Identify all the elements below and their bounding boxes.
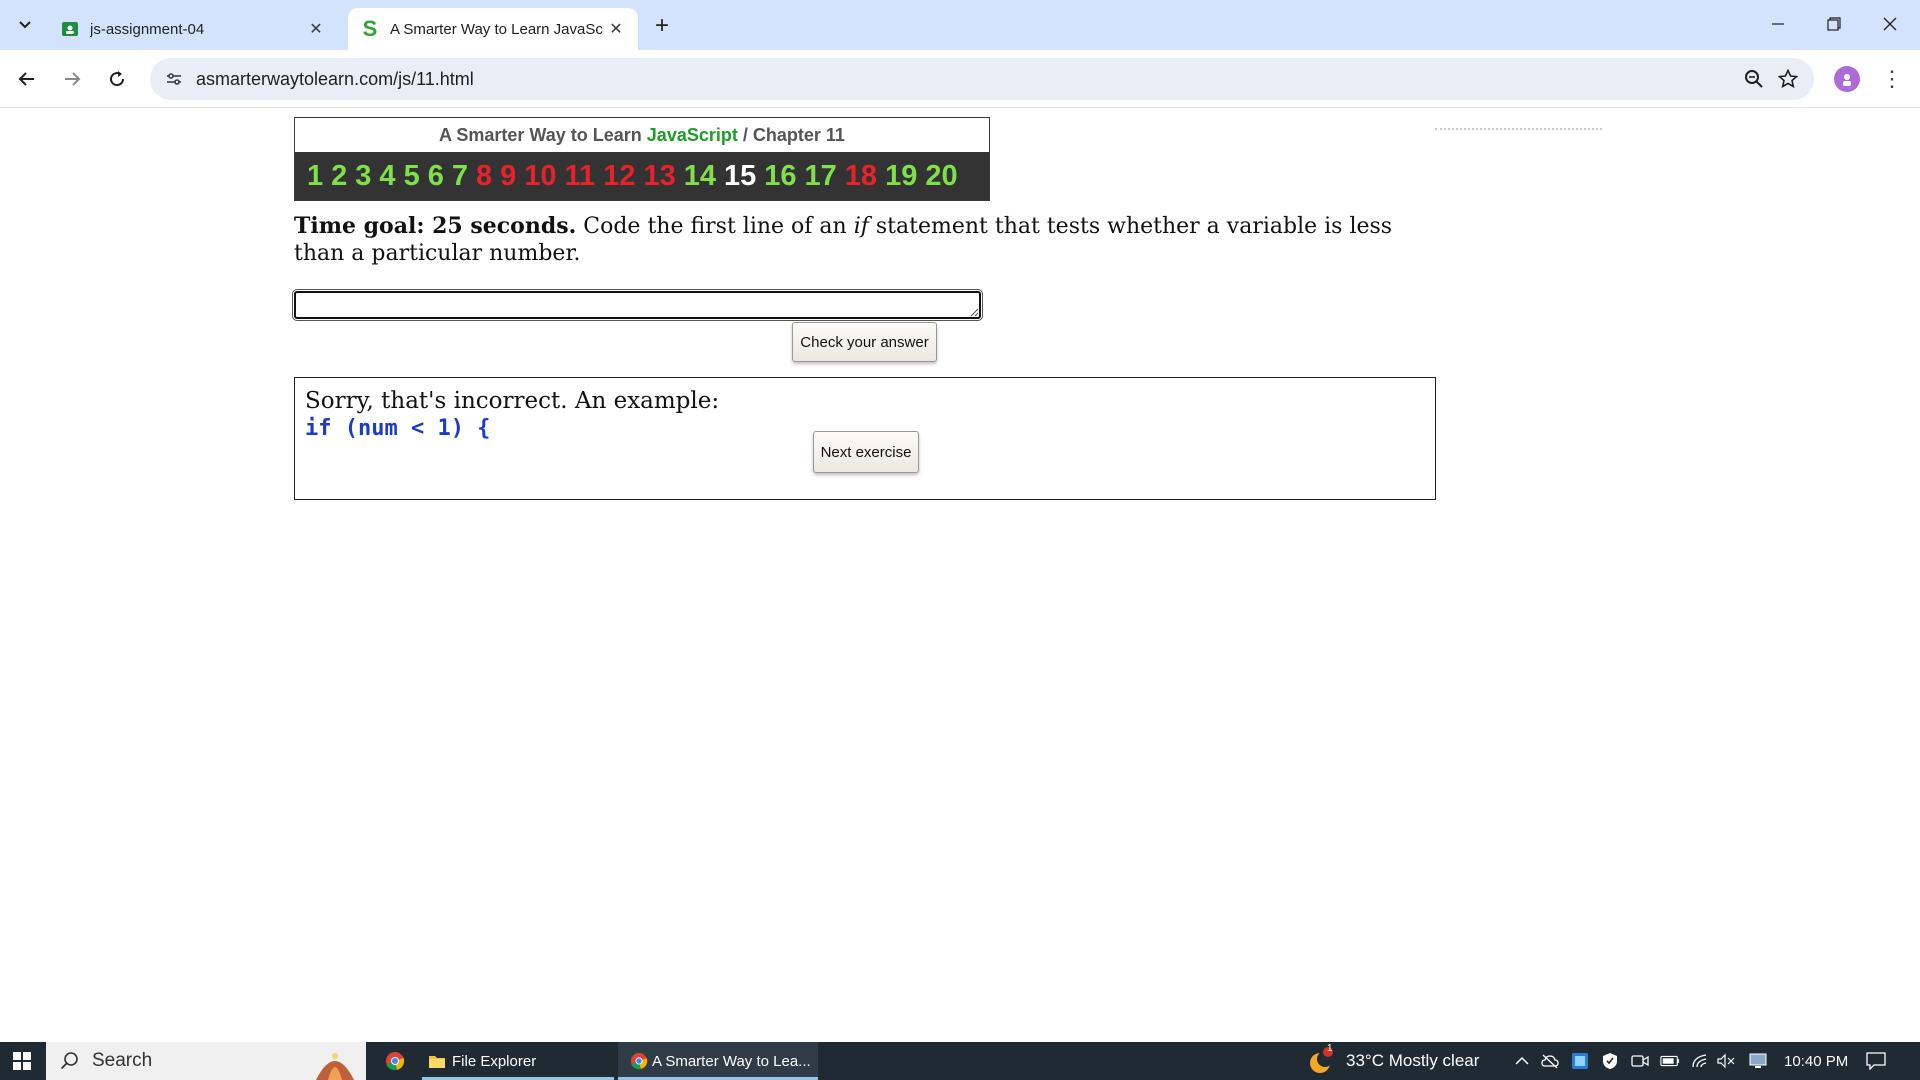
chevron-up-icon[interactable] [1512,1051,1532,1071]
chapter-number-link[interactable]: 1 [307,160,323,193]
minimize-icon[interactable] [1750,0,1806,48]
chapter-number-link[interactable]: 15 [724,160,756,193]
restore-icon[interactable] [1806,0,1862,48]
dotted-divider [1435,128,1602,130]
url-text: asmarterwaytolearn.com/js/11.html [196,69,474,89]
chapter-number-link[interactable]: 5 [404,160,420,193]
search-icon [60,1052,78,1070]
browser-toolbar: asmarterwaytolearn.com/js/11.html ⋮ [0,50,1920,108]
chapter-number-link[interactable]: 14 [684,160,716,193]
search-highlight-icon [316,1053,354,1080]
wifi-icon[interactable] [1690,1051,1710,1071]
back-arrow-icon [18,72,34,86]
tab-search-button[interactable] [10,10,40,40]
chapter-number-link[interactable]: 8 [476,160,492,193]
exercise-number-bar: 1 2 3 4 5 6 7 8 9 10 11 12 13 14 15 16 17 18 19 20 [295,152,989,200]
chapter-number-link[interactable]: 7 [452,160,468,193]
chapter-number-link[interactable]: 11 [565,160,596,193]
notifications-icon[interactable] [1866,1051,1886,1071]
web-page: A Smarter Way to Learn JavaScript / Chap… [0,108,1920,1042]
chapter-number-link[interactable]: 16 [764,160,796,193]
address-bar[interactable]: asmarterwaytolearn.com/js/11.html [150,58,1814,100]
chapter-number-link[interactable]: 4 [379,160,395,193]
question-keyword: if [853,214,869,239]
forward-button[interactable] [55,62,89,96]
meet-now-icon[interactable] [1630,1051,1650,1071]
weather-badge: 1 [1327,1043,1333,1054]
volume-muted-icon[interactable] [1716,1051,1736,1071]
chevron-down-icon [19,21,31,29]
windows-taskbar: Search File Explorer A Smarter Way to Le… [0,1042,1920,1080]
security-shield-icon[interactable] [1600,1051,1620,1071]
zoom-icon[interactable] [1742,67,1766,91]
browser-menu-icon[interactable]: ⋮ [1880,64,1904,94]
chrome-icon [386,1052,405,1071]
forward-arrow-icon [65,72,81,86]
chapter-number-link[interactable]: 3 [355,160,371,193]
chrome-icon [630,1052,648,1070]
chapter-number-link[interactable]: 10 [524,160,556,193]
weather-text: 33°C Mostly clear [1346,1051,1480,1070]
classroom-icon [60,19,80,39]
profile-avatar[interactable] [1834,66,1860,92]
exercise-question: Time goal: 25 seconds. Code the first li… [294,213,1434,267]
tab-strip: js-assignment-04 ✕ S A Smarter Way to Le… [0,0,1920,50]
reload-icon [110,71,125,87]
site-info-icon[interactable] [162,67,186,91]
back-button[interactable] [10,62,44,96]
chapter-number-link[interactable]: 17 [805,160,837,193]
windows-start-button[interactable] [0,1042,44,1080]
chapter-number-link[interactable]: 20 [925,160,957,193]
chapter-number-link[interactable]: 9 [500,160,516,193]
feedback-box: Sorry, that's incorrect. An example: if … [294,377,1436,500]
resize-grip-icon[interactable] [969,307,979,317]
chapter-title: A Smarter Way to Learn JavaScript / Chap… [295,118,989,152]
taskbar-chrome-window[interactable]: A Smarter Way to Lea... [618,1042,818,1080]
app-tray-icon[interactable] [1570,1051,1590,1071]
close-tab-icon[interactable]: ✕ [304,17,328,41]
tab-title: js-assignment-04 [90,20,205,38]
taskbar-chrome[interactable] [378,1042,412,1080]
chapter-header-box: A Smarter Way to Learn JavaScript / Chap… [294,117,990,201]
close-window-icon[interactable] [1862,0,1918,48]
new-tab-button[interactable]: + [648,12,676,40]
chapter-number-link[interactable]: 13 [643,160,675,193]
reload-button[interactable] [100,62,134,96]
tab-smarter-way[interactable]: S A Smarter Way to Learn JavaScr ✕ [348,8,638,50]
next-exercise-button[interactable]: Next exercise [813,431,919,473]
folder-icon [429,1056,445,1068]
answer-textarea[interactable] [292,289,983,321]
weather-widget[interactable]: 1 33°C Mostly clear [1306,1042,1479,1080]
close-tab-icon[interactable]: ✕ [604,17,628,41]
chapter-number-link[interactable]: 12 [603,160,635,193]
question-text-before: Code the first line of an [583,214,847,239]
tab-js-assignment[interactable]: js-assignment-04 ✕ [48,8,338,50]
clock[interactable]: 10:40 PM [1784,1042,1848,1080]
chapter-number-link[interactable]: 18 [845,160,877,193]
search-label: Search [92,1050,153,1071]
chapter-number-link[interactable]: 6 [428,160,444,193]
chapter-number-link[interactable]: 19 [885,160,917,193]
site-s-icon: S [362,16,378,41]
display-icon[interactable] [1748,1051,1768,1071]
cloud-sync-icon[interactable] [1540,1051,1560,1071]
chapter-label: Chapter 11 [752,125,845,145]
feedback-message: Sorry, that's incorrect. An example: [305,388,720,414]
tab-title: A Smarter Way to Learn JavaScr [390,20,604,38]
javascript-link[interactable]: JavaScript [647,125,738,145]
battery-icon[interactable] [1660,1051,1680,1071]
bookmark-star-icon[interactable] [1776,67,1800,91]
title-separator: / [742,125,748,145]
windows-logo-icon [13,1052,31,1070]
taskbar-search-box[interactable]: Search [46,1042,366,1080]
chapter-number-link[interactable]: 2 [331,160,347,193]
taskbar-item-label: File Explorer [452,1052,537,1070]
example-code: if (num < 1) { [305,416,491,441]
time-goal: Time goal: 25 seconds. [294,213,577,239]
taskbar-item-label: A Smarter Way to Lea... [652,1052,811,1070]
check-answer-button[interactable]: Check your answer [792,322,937,362]
taskbar-file-explorer[interactable]: File Explorer [422,1042,614,1080]
site-title[interactable]: A Smarter Way to Learn [439,125,642,145]
